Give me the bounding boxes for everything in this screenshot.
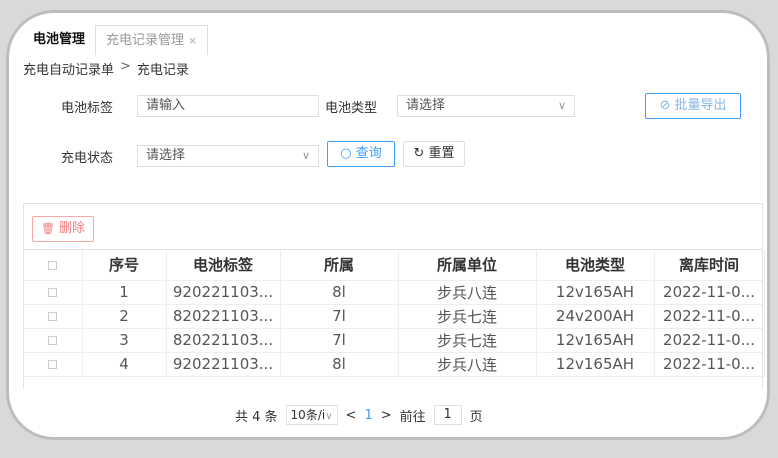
table-cell: 4 <box>82 352 167 377</box>
column-header[interactable]: 电池标签 <box>166 250 281 281</box>
select-all-checkbox[interactable] <box>24 250 83 281</box>
tab-battery-management[interactable]: 电池管理 <box>23 25 95 55</box>
battery-type-select[interactable]: 请选择 ∨ <box>397 95 575 117</box>
search-form: 电池标签 请输入 电池类型 请选择 ∨ ⊘ 批量导出 充电状态 请选择 ∨ ○ … <box>23 83 763 195</box>
row-checkbox[interactable] <box>24 352 83 377</box>
table-cell: 820221103... <box>166 304 281 329</box>
delete-button[interactable]: 🗑 删除 <box>32 216 94 242</box>
battery-type-value: 请选择 <box>406 98 446 113</box>
prev-page-button[interactable]: < <box>346 408 357 423</box>
export-icon: ⊘ <box>659 98 671 113</box>
battery-tag-placeholder: 请输入 <box>146 98 186 113</box>
breadcrumb: 充电自动记录单 > 充电记录 <box>23 59 189 78</box>
table-cell: 7l <box>280 328 399 353</box>
goto-page-input[interactable]: 1 <box>433 405 462 425</box>
battery-type-label: 电池类型 <box>325 101 378 116</box>
page-number[interactable]: 1 <box>364 408 372 423</box>
total-count: 共 4 条 <box>235 409 278 425</box>
table-cell: 3 <box>82 328 167 353</box>
column-header[interactable]: 所属单位 <box>398 250 537 281</box>
row-checkbox[interactable] <box>24 304 83 329</box>
reset-icon: ↻ <box>413 146 425 161</box>
data-table: 序号 电池标签 所属 所属单位 电池类型 离库时间 1 920221103...… <box>24 250 765 377</box>
batch-export-button[interactable]: ⊘ 批量导出 <box>645 93 741 119</box>
table-cell: 步兵七连 <box>398 304 537 329</box>
page-content: 电池管理 充电记录管理 × 充电自动记录单 > 充电记录 电池标签 请输入 电池类… <box>23 25 765 431</box>
charge-state-value: 请选择 <box>146 148 186 163</box>
column-header[interactable]: 离库时间 <box>654 250 765 281</box>
screenshot-frame: 电池管理 充电记录管理 × 充电自动记录单 > 充电记录 电池标签 请输入 电池类… <box>6 10 770 440</box>
reset-label: 重置 <box>428 146 455 161</box>
table-cell: 7l <box>280 304 399 329</box>
battery-tag-input[interactable]: 请输入 <box>137 95 319 117</box>
table-cell: 步兵八连 <box>398 280 537 305</box>
table-cell: 步兵七连 <box>398 328 537 353</box>
table-row[interactable]: 4 920221103... 8l 步兵八连 12v165AH 2022-11-… <box>24 352 765 377</box>
column-header[interactable]: 序号 <box>82 250 167 281</box>
table-cell: 12v165AH <box>536 280 655 305</box>
table-toolbar: 🗑 删除 <box>24 204 762 250</box>
reset-button[interactable]: ↻ 重置 <box>403 141 465 167</box>
charge-state-select[interactable]: 请选择 ∨ <box>137 145 319 167</box>
tab-label: 充电记录管理 <box>106 33 185 48</box>
charge-state-label: 充电状态 <box>61 151 114 166</box>
row-checkbox[interactable] <box>24 328 83 353</box>
row-checkbox[interactable] <box>24 280 83 305</box>
chevron-down-icon: ∨ <box>557 99 566 112</box>
table-cell: 2022-11-0... <box>654 328 765 353</box>
table-row[interactable]: 2 820221103... 7l 步兵七连 24v200AH 2022-11-… <box>24 304 765 329</box>
table-header-row: 序号 电池标签 所属 所属单位 电池类型 离库时间 <box>24 250 765 281</box>
table-cell: 24v200AH <box>536 304 655 329</box>
column-header[interactable]: 所属 <box>280 250 399 281</box>
table-cell: 8l <box>280 280 399 305</box>
breadcrumb-parent[interactable]: 充电自动记录单 <box>23 59 114 78</box>
goto-label: 前往 <box>399 409 426 425</box>
export-label: 批量导出 <box>674 98 727 113</box>
table-cell: 820221103... <box>166 328 281 353</box>
table-cell: 8l <box>280 352 399 377</box>
breadcrumb-current: 充电记录 <box>136 63 189 78</box>
table-cell: 2 <box>82 304 167 329</box>
chevron-down-icon: ∨ <box>325 411 333 422</box>
table-cell: 920221103... <box>166 352 281 377</box>
tab-label: 电池管理 <box>33 32 86 47</box>
table-row[interactable]: 1 920221103... 8l 步兵八连 12v165AH 2022-11-… <box>24 280 765 305</box>
tab-bar: 电池管理 充电记录管理 × <box>23 25 209 55</box>
delete-label: 删除 <box>59 221 86 236</box>
search-icon: ○ <box>340 146 352 161</box>
close-icon[interactable]: × <box>188 34 197 47</box>
table-cell: 12v165AH <box>536 352 655 377</box>
page-size-value: 10条/i <box>290 408 326 422</box>
page-size-select[interactable]: 10条/i∨ <box>285 405 338 425</box>
page-unit: 页 <box>469 409 483 425</box>
breadcrumb-separator: > <box>120 59 131 74</box>
table-cell: 920221103... <box>166 280 281 305</box>
query-label: 查询 <box>355 146 382 161</box>
chevron-down-icon: ∨ <box>301 149 310 162</box>
table-cell: 2022-11-0... <box>654 352 765 377</box>
data-table-panel: 🗑 删除 序号 电池标签 所属 所属单位 电池类型 离库时间 1 9202211… <box>23 203 765 389</box>
table-cell: 2022-11-0... <box>654 304 765 329</box>
table-row[interactable]: 3 820221103... 7l 步兵七连 12v165AH 2022-11-… <box>24 328 765 353</box>
table-cell: 步兵八连 <box>398 352 537 377</box>
table-cell: 12v165AH <box>536 328 655 353</box>
next-page-button[interactable]: > <box>381 408 392 423</box>
table-cell: 2022-11-0... <box>654 280 765 305</box>
battery-tag-label: 电池标签 <box>61 101 114 116</box>
trash-icon: 🗑 <box>40 222 55 235</box>
query-button[interactable]: ○ 查询 <box>327 141 395 167</box>
column-header[interactable]: 电池类型 <box>536 250 655 281</box>
tab-charge-record-management[interactable]: 充电记录管理 × <box>95 25 209 55</box>
table-cell: 1 <box>82 280 167 305</box>
pagination: 共 4 条 10条/i∨ < 1 > 前往 1 页 <box>235 405 483 425</box>
